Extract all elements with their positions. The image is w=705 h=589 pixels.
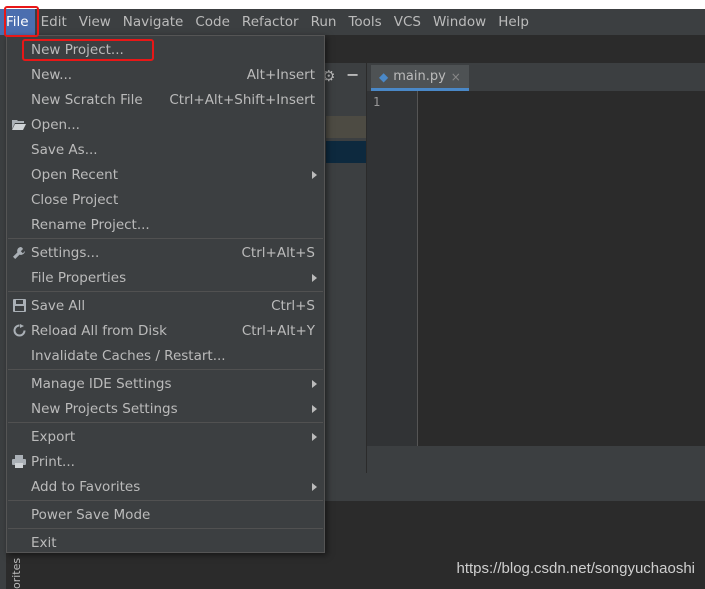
menu-item-settings[interactable]: Settings... Ctrl+Alt+S xyxy=(7,240,324,265)
menu-help[interactable]: Help xyxy=(492,9,535,35)
menu-separator xyxy=(8,500,323,501)
code-editor[interactable] xyxy=(418,91,705,446)
menu-item-label: Open Recent xyxy=(31,166,119,183)
menu-item-close-project[interactable]: Close Project xyxy=(7,187,324,212)
menu-item-label: Open... xyxy=(31,116,80,133)
menu-item-label: Rename Project... xyxy=(31,216,150,233)
menu-refactor[interactable]: Refactor xyxy=(236,9,305,35)
highlight-box-new-project xyxy=(22,39,154,61)
menu-bar: File Edit View Navigate Code Refactor Ru… xyxy=(0,9,705,35)
menu-item-rename-project[interactable]: Rename Project... xyxy=(7,212,324,237)
menu-item-label: New... xyxy=(31,66,73,83)
menu-item-save-as[interactable]: Save As... xyxy=(7,137,324,162)
menu-separator xyxy=(8,238,323,239)
editor-bottom-bar xyxy=(367,446,705,473)
menu-item-shortcut: Ctrl+Alt+Shift+Insert xyxy=(169,91,315,108)
menu-edit[interactable]: Edit xyxy=(35,9,73,35)
file-menu-dropdown: New Project... New... Alt+Insert New Scr… xyxy=(6,35,325,553)
menu-item-open[interactable]: Open... xyxy=(7,112,324,137)
submenu-arrow-icon xyxy=(312,379,317,388)
menu-item-label: Manage IDE Settings xyxy=(31,375,172,392)
watermark: https://blog.csdn.net/songyuchaoshi xyxy=(456,560,696,577)
menu-item-label: Settings... xyxy=(31,244,100,261)
close-icon[interactable]: × xyxy=(451,70,461,84)
menu-item-invalidate-caches[interactable]: Invalidate Caches / Restart... xyxy=(7,343,324,368)
minimize-icon[interactable]: − xyxy=(346,65,359,84)
favorites-tool-label[interactable]: orites xyxy=(10,555,28,589)
project-tree-row[interactable] xyxy=(326,116,366,138)
menu-code[interactable]: Code xyxy=(189,9,236,35)
menu-item-shortcut: Ctrl+Alt+Y xyxy=(241,322,315,339)
menu-run[interactable]: Run xyxy=(305,9,343,35)
refresh-icon xyxy=(11,323,27,339)
menu-item-label: Save All xyxy=(31,297,86,314)
wrench-icon xyxy=(11,245,27,261)
folder-open-icon xyxy=(11,117,27,133)
menu-item-label: Exit xyxy=(31,534,57,551)
highlight-box-file-menu xyxy=(4,6,39,37)
menu-item-label: New Projects Settings xyxy=(31,400,178,417)
tab-main-py[interactable]: ◆ main.py × xyxy=(371,65,469,91)
menu-item-label: Close Project xyxy=(31,191,119,208)
line-number: 1 xyxy=(373,95,381,109)
menu-item-manage-ide-settings[interactable]: Manage IDE Settings xyxy=(7,371,324,396)
printer-icon xyxy=(11,454,27,470)
menu-item-save-all[interactable]: Save All Ctrl+S xyxy=(7,293,324,318)
menu-item-label: Reload All from Disk xyxy=(31,322,167,339)
menu-item-label: Save As... xyxy=(31,141,98,158)
submenu-arrow-icon xyxy=(312,170,317,179)
submenu-arrow-icon xyxy=(312,482,317,491)
tab-label: main.py xyxy=(393,69,446,84)
menu-vcs[interactable]: VCS xyxy=(388,9,427,35)
menu-item-new-projects-settings[interactable]: New Projects Settings xyxy=(7,396,324,421)
menu-separator xyxy=(8,369,323,370)
menu-item-reload-all[interactable]: Reload All from Disk Ctrl+Alt+Y xyxy=(7,318,324,343)
menu-tools[interactable]: Tools xyxy=(342,9,387,35)
editor-tab-bar: ◆ main.py × xyxy=(367,63,705,91)
menu-separator xyxy=(8,528,323,529)
menu-item-new-scratch-file[interactable]: New Scratch File Ctrl+Alt+Shift+Insert xyxy=(7,87,324,112)
python-file-icon: ◆ xyxy=(379,69,389,84)
menu-item-label: Power Save Mode xyxy=(31,506,151,523)
menu-item-print[interactable]: Print... xyxy=(7,449,324,474)
submenu-arrow-icon xyxy=(312,432,317,441)
save-icon xyxy=(11,298,27,314)
window-top-strip xyxy=(0,0,705,9)
project-tree-row-selected[interactable] xyxy=(326,141,366,163)
menu-item-label: Print... xyxy=(31,453,75,470)
menu-item-open-recent[interactable]: Open Recent xyxy=(7,162,324,187)
menu-item-add-to-favorites[interactable]: Add to Favorites xyxy=(7,474,324,499)
menu-item-label: Invalidate Caches / Restart... xyxy=(31,347,226,364)
menu-item-label: Add to Favorites xyxy=(31,478,141,495)
menu-separator xyxy=(8,422,323,423)
menu-item-power-save-mode[interactable]: Power Save Mode xyxy=(7,502,324,527)
menu-item-file-properties[interactable]: File Properties xyxy=(7,265,324,290)
menu-view[interactable]: View xyxy=(73,9,117,35)
submenu-arrow-icon xyxy=(312,273,317,282)
menu-separator xyxy=(8,291,323,292)
menu-item-label: Export xyxy=(31,428,76,445)
menu-item-export[interactable]: Export xyxy=(7,424,324,449)
menu-window[interactable]: Window xyxy=(427,9,492,35)
menu-item-shortcut: Ctrl+S xyxy=(271,297,315,314)
menu-item-shortcut: Ctrl+Alt+S xyxy=(241,244,316,261)
menu-item-shortcut: Alt+Insert xyxy=(246,66,315,83)
menu-item-exit[interactable]: Exit xyxy=(7,530,324,555)
menu-item-label: New Scratch File xyxy=(31,91,143,108)
menu-item-new[interactable]: New... Alt+Insert xyxy=(7,62,324,87)
submenu-arrow-icon xyxy=(312,404,317,413)
project-panel-header: ⚙ − xyxy=(322,63,366,91)
menu-item-label: File Properties xyxy=(31,269,127,286)
menu-navigate[interactable]: Navigate xyxy=(117,9,190,35)
editor-gutter: 1 xyxy=(367,91,417,446)
